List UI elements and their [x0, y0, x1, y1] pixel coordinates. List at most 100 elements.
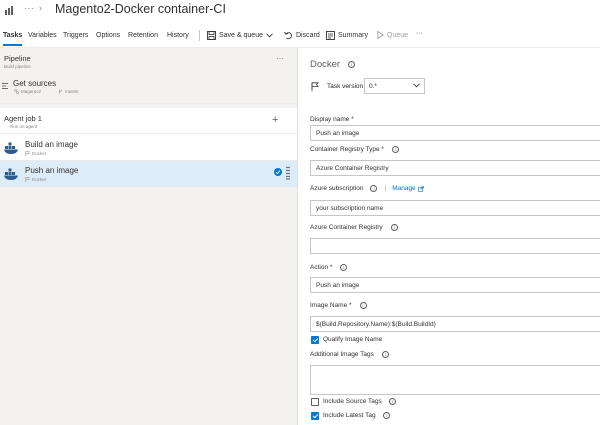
manage-separator: | [384, 185, 387, 192]
play-icon [377, 31, 384, 39]
azure-subscription-field[interactable]: your subscription name [310, 200, 600, 216]
display-name-label: Display name * [310, 116, 354, 123]
task-version-label: Task version [327, 83, 364, 90]
include-latest-tag-label-row: Include Latest Tag i [323, 412, 390, 419]
tab-tasks[interactable]: Tasks [3, 32, 22, 39]
info-icon[interactable]: i [382, 412, 390, 419]
agent-job-subtitle: Run on agent [10, 124, 38, 129]
tab-options[interactable]: Options [96, 32, 120, 39]
pipelines-icon [5, 6, 13, 15]
task-subtitle-build: Docker [32, 151, 47, 156]
task-version-value: 0.* [369, 82, 377, 90]
active-tab-indicator [3, 44, 22, 46]
discard-label: Discard [296, 32, 320, 39]
tab-retention[interactable]: Retention [128, 32, 158, 39]
action-label-row: Action * i [310, 264, 348, 271]
pipeline-subtitle: Build pipeline [4, 64, 31, 69]
agent-job-row[interactable] [0, 108, 297, 134]
chevron-down-icon [413, 83, 420, 88]
task-subtitle-push: Docker [32, 177, 47, 182]
save-icon [207, 31, 216, 40]
acr-label: Azure Container Registry [310, 224, 383, 231]
chevron-down-icon [266, 33, 273, 38]
include-latest-tag-checkbox[interactable] [311, 412, 319, 420]
registry-type-field[interactable]: Azure Container Registry [310, 160, 600, 176]
display-name-field[interactable]: Push an image [310, 125, 600, 141]
task-meta-build: Docker [25, 151, 46, 156]
action-field[interactable]: Push an image [310, 277, 600, 293]
docker-icon [4, 142, 18, 154]
flag-icon [311, 82, 319, 91]
image-name-value: $(Build.Repository.Name):$(Build.BuildId… [316, 320, 436, 328]
tab-variables[interactable]: Variables [28, 32, 57, 39]
azure-subscription-label: Azure subscription [310, 185, 364, 192]
additional-tags-textarea[interactable] [310, 365, 600, 395]
pipeline-panel [0, 48, 297, 425]
info-icon[interactable]: i [370, 185, 378, 192]
summary-label: Summary [338, 32, 368, 39]
repo-name: Magento2 [21, 89, 42, 94]
toolbar-more-button[interactable]: ··· [416, 30, 423, 37]
qualify-image-name-label: Qualify Image Name [323, 336, 383, 343]
include-source-tags-label-row: Include Source Tags i [323, 398, 396, 405]
info-icon[interactable]: i [390, 224, 398, 231]
flag-icon [25, 177, 30, 182]
azure-subscription-value: your subscription name [316, 204, 384, 212]
pipeline-more-button[interactable]: ··· [276, 54, 284, 63]
branch-icon [59, 89, 62, 94]
task-meta-push: Docker [25, 177, 46, 182]
task-title-build: Build an image [25, 140, 78, 149]
info-icon[interactable]: i [359, 302, 367, 309]
repo-meta: Magento2 [14, 89, 41, 94]
include-source-tags-checkbox[interactable] [311, 398, 319, 406]
include-latest-tag-label: Include Latest Tag [323, 412, 376, 419]
queue-label: Queue [387, 31, 409, 39]
discard-button[interactable]: Discard [284, 31, 320, 40]
qualify-image-name-checkbox[interactable] [311, 336, 319, 344]
branch-name: master [65, 89, 79, 94]
info-icon[interactable]: i [340, 264, 348, 271]
save-queue-label: Save & queue [219, 32, 263, 39]
check-circle-icon [274, 168, 282, 176]
info-icon[interactable]: i [347, 61, 355, 68]
additional-tags-label: Additional Image Tags [310, 351, 374, 358]
registry-type-label: Container Registry Type * [310, 146, 384, 153]
additional-tags-label-row: Additional Image Tags i [310, 351, 389, 358]
drag-handle-icon[interactable] [286, 166, 290, 180]
pipeline-title: Magento2-Docker container-CI [55, 2, 226, 16]
task-version-select[interactable]: 0.* [364, 78, 425, 94]
flag-icon [25, 151, 30, 156]
tab-triggers[interactable]: Triggers [63, 32, 88, 39]
task-title-push: Push an image [25, 166, 79, 175]
acr-label-row: Azure Container Registry i [310, 224, 398, 231]
get-sources-title: Get sources [13, 79, 57, 88]
save-queue-button[interactable]: Save & queue [207, 31, 273, 40]
breadcrumb-more-button[interactable]: ··· [24, 4, 35, 13]
action-label: Action * [310, 264, 333, 271]
queue-button[interactable]: Queue [377, 31, 408, 39]
acr-field[interactable] [310, 238, 600, 254]
undo-icon [284, 31, 292, 40]
summary-button[interactable]: Summary [326, 31, 368, 40]
info-icon[interactable]: i [381, 351, 389, 358]
get-sources-icon [2, 83, 8, 89]
breadcrumb-separator: › [39, 3, 42, 13]
manage-link[interactable]: Manage [392, 185, 424, 192]
image-name-label: Image Name * [310, 302, 352, 309]
agent-job-title: Agent job 1 [4, 114, 42, 123]
action-value: Push an image [316, 281, 360, 289]
info-icon[interactable]: i [391, 146, 399, 153]
tab-history[interactable]: History [167, 32, 189, 39]
docker-icon [4, 168, 18, 180]
repo-icon [14, 89, 19, 94]
image-name-field[interactable]: $(Build.Repository.Name):$(Build.BuildId… [310, 316, 600, 332]
registry-type-label-row: Container Registry Type * i [310, 146, 399, 153]
add-task-button[interactable]: + [272, 114, 278, 126]
branch-meta: master [58, 89, 79, 94]
pipeline-heading[interactable]: Pipeline [4, 54, 31, 63]
task-name-heading: Docker i [310, 59, 355, 70]
manage-label: Manage [392, 185, 416, 192]
include-source-tags-label: Include Source Tags [323, 398, 382, 405]
registry-type-value: Azure Container Registry [316, 164, 389, 172]
info-icon[interactable]: i [388, 398, 396, 405]
